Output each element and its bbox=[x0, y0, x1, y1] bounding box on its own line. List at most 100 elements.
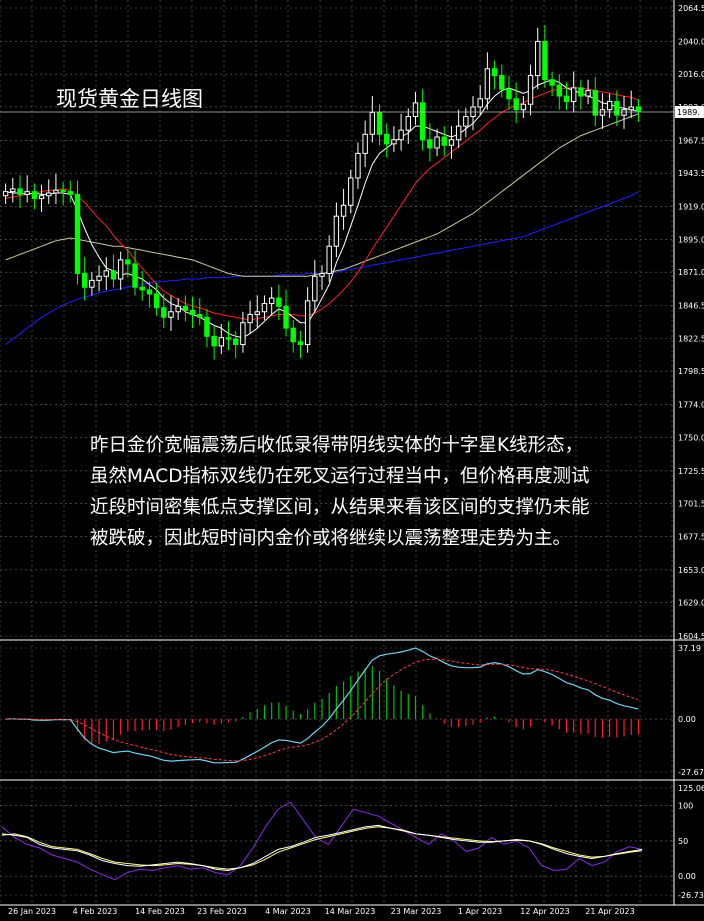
date-label-7: 1 Apr 2023 bbox=[458, 907, 502, 916]
candle-body-21 bbox=[153, 293, 160, 309]
candle-body-17 bbox=[125, 259, 131, 265]
candle-body-82 bbox=[592, 90, 598, 116]
candle-body-74 bbox=[535, 40, 541, 77]
candle-body-80 bbox=[578, 87, 584, 97]
candle-body-41 bbox=[297, 341, 304, 346]
candle-body-77 bbox=[556, 84, 563, 97]
candle-body-35 bbox=[254, 311, 260, 315]
price-tick-1: 2040.0 bbox=[678, 37, 704, 46]
candle-body-61 bbox=[441, 136, 447, 146]
candle-body-49 bbox=[355, 152, 361, 179]
candle-body-87 bbox=[628, 106, 634, 111]
candle-body-36 bbox=[261, 303, 268, 313]
candle-body-59 bbox=[427, 139, 433, 149]
price-tick-11: 1798.5 bbox=[678, 367, 704, 376]
price-tick-9: 1846.5 bbox=[678, 302, 704, 311]
price-tick-0: 2064.5 bbox=[678, 4, 704, 13]
price-tick-8: 1871.0 bbox=[678, 268, 704, 277]
candle-body-42 bbox=[304, 300, 311, 346]
candle-body-11 bbox=[81, 273, 88, 288]
candle-body-48 bbox=[348, 177, 354, 206]
macd-tick-0: 37.19 bbox=[678, 644, 701, 653]
date-label-8: 12 Apr 2023 bbox=[520, 907, 569, 916]
candle-body-26 bbox=[189, 309, 196, 315]
candle-body-14 bbox=[103, 270, 109, 277]
candle-body-85 bbox=[614, 101, 620, 116]
candle-body-76 bbox=[549, 79, 555, 86]
price-tick-18: 1629.0 bbox=[678, 599, 704, 608]
price-tick-14: 1725.5 bbox=[678, 467, 704, 476]
price-tick-16: 1677.5 bbox=[678, 532, 704, 541]
candle-body-81 bbox=[585, 90, 591, 97]
candle-body-79 bbox=[570, 87, 577, 103]
candle-body-7 bbox=[53, 189, 59, 194]
comment-line-2: 虽然MACD指标双线仍在死叉运行过程当中，但价格再度测试 bbox=[90, 466, 589, 487]
candle-body-24 bbox=[175, 305, 181, 313]
candle-body-38 bbox=[276, 297, 282, 307]
candle-body-45 bbox=[326, 245, 332, 275]
price-tick-13: 1750.0 bbox=[678, 433, 704, 442]
price-tick-12: 1774.0 bbox=[678, 401, 704, 410]
date-label-3: 23 Feb 2023 bbox=[197, 907, 247, 916]
candle-body-51 bbox=[369, 111, 376, 135]
candle-body-71 bbox=[513, 98, 519, 111]
candle-body-30 bbox=[218, 337, 225, 347]
price-tick-17: 1653.0 bbox=[678, 566, 704, 575]
candle-body-69 bbox=[499, 75, 505, 90]
candle-body-53 bbox=[384, 133, 390, 145]
candle-body-5 bbox=[38, 195, 45, 199]
candle-body-86 bbox=[621, 109, 627, 116]
candle-body-70 bbox=[506, 88, 512, 100]
candle-body-29 bbox=[211, 335, 217, 347]
candle-body-6 bbox=[46, 192, 52, 197]
candle-body-3 bbox=[24, 191, 30, 195]
candle-body-63 bbox=[455, 125, 462, 141]
candle-body-39 bbox=[283, 305, 289, 329]
candle-body-60 bbox=[434, 136, 440, 149]
candle-body-84 bbox=[606, 101, 613, 111]
candle-body-19 bbox=[139, 286, 145, 291]
comment-line-3: 近段时间密集低点支撑区间，从结果来看该区间的支撑仍未能 bbox=[90, 497, 590, 518]
candle-body-46 bbox=[333, 215, 340, 247]
candle-body-22 bbox=[161, 307, 167, 318]
candle-body-13 bbox=[96, 275, 102, 281]
date-label-4: 4 Mar 2023 bbox=[265, 907, 311, 916]
price-tick-10: 1822.5 bbox=[678, 334, 704, 343]
date-label-0: 26 Jan 2023 bbox=[8, 907, 56, 916]
date-label-5: 14 Mar 2023 bbox=[325, 907, 376, 916]
price-tick-6: 1919.0 bbox=[678, 203, 704, 212]
candle-body-9 bbox=[67, 191, 74, 195]
candle-body-66 bbox=[477, 98, 483, 108]
candle-body-68 bbox=[491, 68, 498, 77]
osc-tick-1: 100 bbox=[678, 802, 693, 811]
chart-title: 现货黄金日线图 bbox=[56, 87, 203, 111]
candle-body-33 bbox=[240, 322, 246, 346]
candle-body-55 bbox=[398, 129, 404, 141]
candle-body-25 bbox=[182, 305, 189, 311]
price-tick-4: 1967.5 bbox=[678, 136, 704, 145]
candle-body-47 bbox=[340, 204, 347, 217]
candle-body-78 bbox=[563, 95, 570, 103]
candle-body-34 bbox=[247, 313, 253, 324]
candle-body-40 bbox=[290, 327, 296, 343]
candle-body-52 bbox=[376, 111, 383, 135]
candle-body-20 bbox=[146, 289, 153, 295]
candle-body-37 bbox=[268, 297, 275, 305]
candle-body-10 bbox=[74, 193, 81, 275]
date-label-9: 21 Apr 2023 bbox=[585, 907, 634, 916]
candle-body-16 bbox=[117, 259, 124, 280]
price-tick-19: 1604.5 bbox=[678, 632, 704, 641]
date-label-6: 23 Mar 2023 bbox=[391, 907, 442, 916]
gold-daily-chart: 37.19 0.00 -27.67 125.06 100 50 0.00 -26.73 20… bbox=[0, 0, 704, 921]
candle-body-4 bbox=[31, 191, 38, 199]
current-price-label: 1989. bbox=[677, 108, 700, 117]
candle-body-1 bbox=[10, 188, 16, 193]
osc-tick-4: -26.73 bbox=[678, 891, 704, 900]
candle-body-83 bbox=[599, 109, 606, 116]
macd-tick-1: 0.00 bbox=[678, 715, 696, 724]
price-tick-2: 2016.0 bbox=[678, 70, 704, 79]
candle-body-58 bbox=[419, 102, 426, 141]
candle-body-64 bbox=[463, 116, 469, 127]
price-tick-7: 1895.0 bbox=[678, 235, 704, 244]
candle-body-12 bbox=[89, 279, 95, 288]
